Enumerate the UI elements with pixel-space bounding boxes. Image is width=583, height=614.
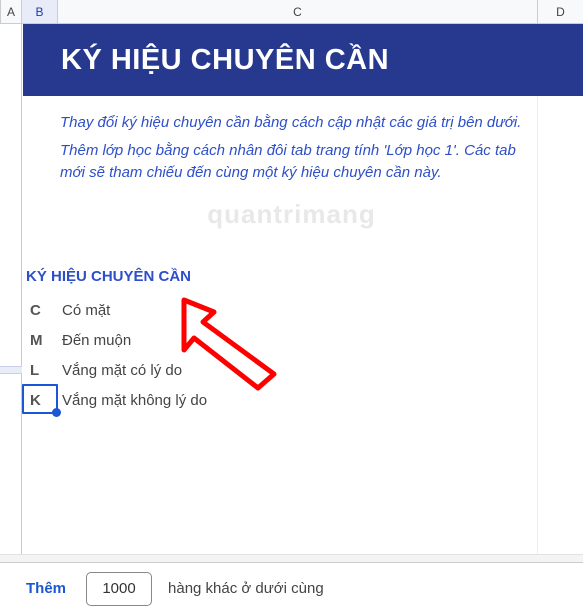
legend-row-l[interactable]: L Vắng mặt có lý do	[24, 355, 207, 385]
legend-title: KÝ HIỆU CHUYÊN CẦN	[24, 268, 207, 285]
column-header-c[interactable]: C	[58, 0, 538, 23]
legend-section: KÝ HIỆU CHUYÊN CẦN C Có mặt M Đến muộn L…	[24, 268, 207, 415]
legend-code-m: M	[24, 332, 60, 349]
legend-label-l: Vắng mặt có lý do	[60, 362, 182, 379]
instruction-line-2: Thêm lớp học bằng cách nhân đôi tab tran…	[60, 140, 533, 184]
add-rows-suffix: hàng khác ở dưới cùng	[168, 580, 324, 597]
sheet-body[interactable]: KÝ HIỆU CHUYÊN CẦN Thay đổi ký hiệu chuy…	[0, 24, 583, 562]
row-header-strip[interactable]	[0, 24, 22, 562]
legend-row-c[interactable]: C Có mặt	[24, 295, 207, 325]
legend-code-l: L	[24, 362, 60, 379]
legend-code-k: K	[24, 392, 60, 409]
column-header-a[interactable]: A	[0, 0, 22, 23]
row-header-selected[interactable]	[0, 366, 22, 374]
instructions-block: Thay đổi ký hiệu chuyên cần bằng cách cậ…	[60, 106, 533, 189]
add-rows-button[interactable]: Thêm	[22, 574, 70, 603]
add-rows-count-input[interactable]	[86, 572, 152, 606]
column-d-border	[537, 24, 538, 562]
watermark-text: quantrimang	[207, 199, 375, 230]
page-title: KÝ HIỆU CHUYÊN CẦN	[61, 44, 389, 77]
legend-row-m[interactable]: M Đến muộn	[24, 325, 207, 355]
column-header-d[interactable]: D	[538, 0, 583, 23]
legend-row-k[interactable]: K Vắng mặt không lý do	[24, 385, 207, 415]
horizontal-scrollbar[interactable]	[0, 554, 583, 562]
legend-code-c: C	[24, 302, 60, 319]
legend-label-c: Có mặt	[60, 302, 110, 319]
column-header-b[interactable]: B	[22, 0, 58, 23]
title-banner: KÝ HIỆU CHUYÊN CẦN	[23, 24, 583, 96]
legend-label-m: Đến muộn	[60, 332, 131, 349]
legend-label-k: Vắng mặt không lý do	[60, 392, 207, 409]
add-rows-bar: Thêm hàng khác ở dưới cùng	[0, 562, 583, 614]
instruction-line-1: Thay đổi ký hiệu chuyên cần bằng cách cậ…	[60, 112, 533, 134]
column-header-row: A B C D	[0, 0, 583, 24]
